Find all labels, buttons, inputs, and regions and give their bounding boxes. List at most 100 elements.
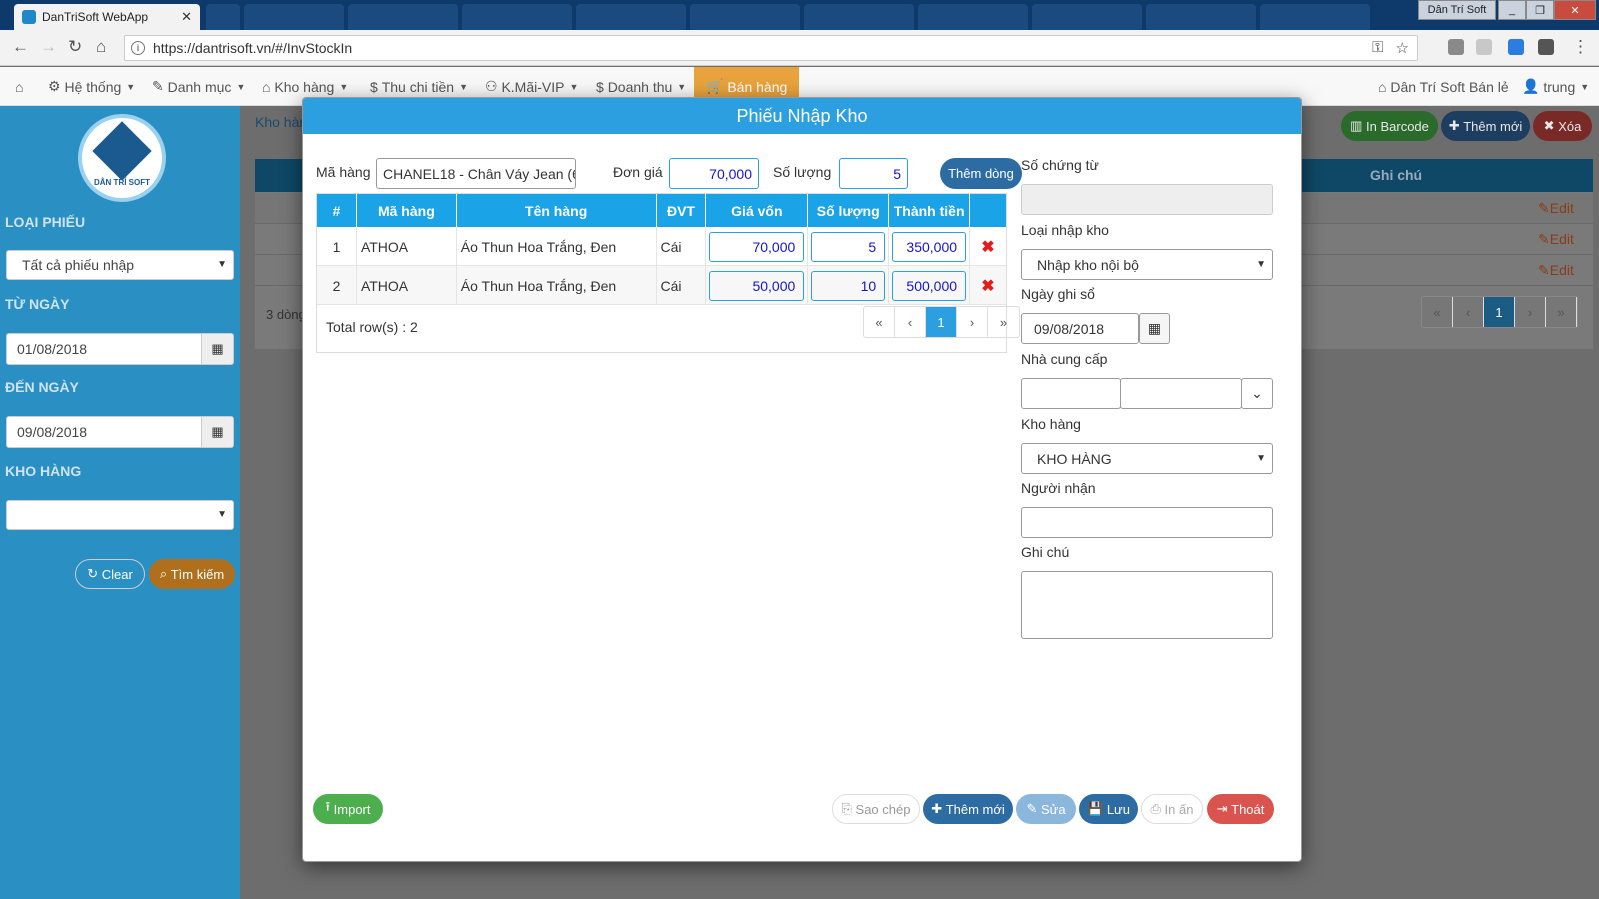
loai-phieu-select[interactable]: Tất cả phiếu nhập ▼ [6,250,234,280]
edit-link[interactable]: ✎Edit [1538,200,1574,217]
page-next[interactable]: › [957,307,988,337]
extension-icon[interactable] [1508,39,1524,55]
nha-cung-cap-name-input[interactable] [1120,378,1242,409]
store-name[interactable]: ⌂ Dân Trí Soft Bán lẻ [1378,67,1509,106]
loai-nhap-kho-select[interactable]: Nhập kho nội bộ ▼ [1021,249,1273,280]
page-number[interactable]: 1 [1484,297,1515,327]
minimize-button[interactable]: _ [1498,0,1526,20]
nguoi-nhan-input[interactable] [1021,507,1273,538]
cell-no: 2 [317,266,357,305]
save-button[interactable]: 💾 Lưu [1079,794,1138,824]
delete-row-icon[interactable]: ✖ [970,237,1006,257]
browser-tab[interactable] [462,4,572,30]
delete-button[interactable]: ✖ Xóa [1533,111,1592,141]
kho-hang-select[interactable]: ▼ [6,500,234,530]
page-last[interactable]: » [988,307,1019,337]
home-icon[interactable]: ⌂ [96,37,106,57]
print-button[interactable]: ⎙ In ấn [1141,794,1203,824]
pencil-icon: ✎ [1538,262,1550,278]
nha-cung-cap-code-input[interactable] [1021,378,1121,409]
forward-icon[interactable]: → [40,37,57,57]
page-first[interactable]: « [864,307,895,337]
thanh-tien-input[interactable]: 500,000 [892,271,967,301]
gia-von-input[interactable]: 70,000 [709,232,805,262]
clear-button[interactable]: ↻ Clear [75,559,145,589]
in-barcode-button[interactable]: ▥ In Barcode [1341,111,1438,141]
browser-tab[interactable] [1032,4,1142,30]
browser-tab[interactable] [1260,4,1370,30]
calendar-icon[interactable]: ▦ [1139,313,1170,344]
browser-tab[interactable] [348,4,458,30]
menu-dots-icon[interactable]: ⋮ [1572,37,1589,57]
new-tab-button[interactable] [206,4,240,30]
chevron-down-icon[interactable]: ⌄ [1241,378,1273,409]
ma-hang-input[interactable]: CHANEL18 - Chân Váy Jean (61( [376,158,576,189]
page-first[interactable]: « [1422,297,1453,327]
nav-danh-muc[interactable]: ✎ Danh mục ▼ [152,67,245,106]
column-header: Tên hàng [457,194,657,227]
so-luong-input[interactable]: 5 [839,158,908,189]
browser-tab[interactable] [1146,4,1256,30]
browser-tab[interactable] [576,4,686,30]
column-header: Mã hàng [357,194,457,227]
browser-tab[interactable] [690,4,800,30]
print-icon: ⎙ [1150,801,1165,816]
edit-link[interactable]: ✎Edit [1538,262,1574,279]
browser-tab[interactable] [918,4,1028,30]
info-icon[interactable]: i [131,41,145,55]
calendar-icon[interactable]: ▦ [202,416,234,448]
url-field[interactable]: i https://dantrisoft.vn/#/InvStockIn ⚿ ☆ [124,35,1418,61]
reload-icon[interactable]: ↻ [68,37,82,57]
so-chung-tu-input[interactable] [1021,184,1273,215]
column-header [970,194,1006,227]
don-gia-input[interactable]: 70,000 [669,158,759,189]
kho-hang-select[interactable]: KHO HÀNG ▼ [1021,443,1273,474]
tab-title: DanTriSoft WebApp [42,10,149,24]
user-menu[interactable]: 👤 trung ▼ [1522,67,1589,106]
store-label: Dân Trí Soft Bán lẻ [1390,78,1509,95]
browser-tab-active[interactable]: DanTriSoft WebApp ✕ [14,4,200,30]
browser-tab[interactable] [244,4,344,30]
delete-row-icon[interactable]: ✖ [970,276,1006,296]
exit-button[interactable]: ⇥ Thoát [1207,794,1274,824]
search-button[interactable]: ⌕ Tìm kiếm [149,559,235,589]
import-button[interactable]: ⭱ Import [313,794,383,824]
page-prev[interactable]: ‹ [1453,297,1484,327]
window-close-button[interactable]: ✕ [1554,0,1596,20]
back-icon[interactable]: ← [12,37,29,57]
page-next[interactable]: › [1515,297,1546,327]
bookmark-star-icon[interactable]: ☆ [1396,39,1409,57]
page-number[interactable]: 1 [926,307,957,337]
browser-tab[interactable] [804,4,914,30]
tu-ngay-field[interactable]: 01/08/2018 ▦ [6,333,234,365]
edit-button[interactable]: ✎ Sửa [1016,794,1076,824]
edit-link[interactable]: ✎Edit [1538,231,1574,248]
add-new-button[interactable]: ✚ Thêm mới [1441,111,1530,141]
add-new-button[interactable]: ✚ Thêm mới [923,794,1013,824]
logo-mark [92,120,152,181]
nav-he-thong[interactable]: ⚙ Hệ thống ▼ [48,67,135,106]
extension-icon[interactable] [1476,39,1492,55]
ghi-chu-textarea[interactable] [1021,571,1273,639]
page-last[interactable]: » [1546,297,1577,327]
grid-pager: « ‹ 1 › » [863,306,1020,338]
restore-button[interactable]: ❐ [1526,0,1554,20]
nav-home-icon[interactable]: ⌂ [15,67,23,106]
thanh-tien-input[interactable]: 350,000 [892,232,967,262]
gia-von-input[interactable]: 50,000 [709,271,805,301]
date-value[interactable]: 01/08/2018 [6,333,202,365]
close-tab-icon[interactable]: ✕ [181,9,192,25]
key-icon[interactable]: ⚿ [1372,39,1383,57]
column-header: Giá vốn [706,194,809,227]
so-luong-input[interactable]: 10 [811,271,886,301]
date-value[interactable]: 09/08/2018 [6,416,202,448]
so-luong-input[interactable]: 5 [811,232,886,262]
den-ngay-field[interactable]: 09/08/2018 ▦ [6,416,234,448]
cast-icon[interactable] [1538,39,1554,55]
add-line-button[interactable]: Thêm dòng [940,158,1022,189]
page-prev[interactable]: ‹ [895,307,926,337]
ngay-ghi-so-input[interactable]: 09/08/2018 [1021,313,1139,344]
calendar-icon[interactable]: ▦ [202,333,234,365]
extension-icon[interactable] [1448,39,1464,55]
copy-button[interactable]: ⎘ Sao chép [832,794,920,824]
